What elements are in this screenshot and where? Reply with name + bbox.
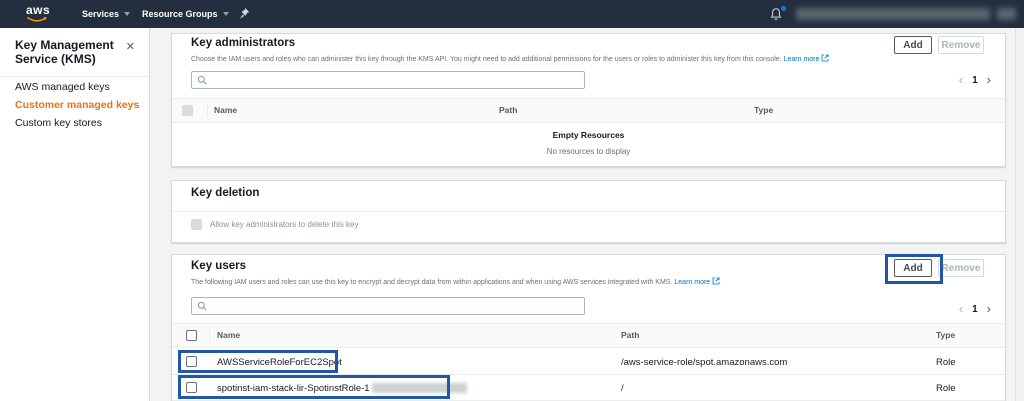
table-row[interactable]: spotinst-iam-stack-lir-SpotinstRole-1 / … — [172, 375, 1005, 401]
sidebar-item-customer-managed-keys[interactable]: Customer managed keys — [15, 99, 139, 111]
sidebar-item-aws-managed-keys[interactable]: AWS managed keys — [15, 81, 110, 93]
nav-services-label: Services — [82, 9, 119, 19]
column-divider — [207, 103, 208, 118]
key-administrators-title: Key administrators — [191, 37, 295, 49]
account-name-redacted — [796, 8, 990, 20]
page-number[interactable]: 1 — [972, 75, 978, 86]
column-name: Name — [214, 105, 237, 115]
table-row[interactable]: AWSServiceRoleForEC2Spot /aws-service-ro… — [172, 349, 1005, 375]
panel-divider — [172, 211, 1005, 212]
aws-logo[interactable]: aws — [26, 4, 50, 23]
role-suffix-redacted — [372, 383, 467, 393]
column-type: Type — [754, 105, 773, 115]
nav-resource-groups-label: Resource Groups — [142, 9, 218, 19]
key-administrators-description: Choose the IAM users and roles who can a… — [191, 54, 829, 64]
search-input[interactable] — [191, 297, 585, 315]
pagination: ‹ 1 › — [959, 72, 991, 88]
key-users-description: The following IAM users and roles can us… — [191, 277, 720, 287]
page-number[interactable]: 1 — [972, 304, 978, 315]
page-next-button[interactable]: › — [987, 73, 991, 87]
allow-deletion-checkbox — [191, 219, 202, 230]
close-icon[interactable]: ✕ — [126, 40, 135, 53]
sidebar-item-custom-key-stores[interactable]: Custom key stores — [15, 117, 102, 129]
cell-type: Role — [936, 357, 956, 368]
top-navbar: aws Services Resource Groups — [0, 0, 1024, 28]
column-name: Name — [217, 330, 240, 340]
key-deletion-panel: Key deletion Allow key administrators to… — [171, 180, 1006, 243]
cell-name: AWSServiceRoleForEC2Spot — [217, 357, 342, 368]
nav-services[interactable]: Services — [82, 0, 130, 28]
row-checkbox[interactable] — [186, 382, 197, 393]
chevron-down-icon — [223, 12, 229, 16]
empty-state: Empty Resources No resources to display — [172, 123, 1005, 156]
search-icon — [197, 301, 207, 311]
select-all-checkbox[interactable] — [186, 330, 197, 341]
pin-icon[interactable] — [239, 7, 250, 25]
aws-logo-text: aws — [26, 3, 50, 17]
key-users-panel: Key users The following IAM users and ro… — [171, 254, 1006, 401]
table-header: Name Path Type — [172, 98, 1005, 123]
add-button[interactable]: Add — [894, 259, 932, 277]
sidebar-title: Key Management Service (KMS) — [15, 38, 120, 66]
sidebar-divider — [0, 76, 149, 77]
key-administrators-panel: Key administrators Choose the IAM users … — [171, 33, 1006, 167]
learn-more-link[interactable]: Learn more — [674, 279, 720, 286]
kms-console-page: aws Services Resource Groups — [0, 0, 1024, 401]
region-redacted — [997, 8, 1016, 20]
cell-name: spotinst-iam-stack-lir-SpotinstRole-1 — [217, 383, 467, 394]
empty-state-message: No resources to display — [172, 147, 1005, 156]
column-divider — [209, 328, 210, 343]
nav-resource-groups[interactable]: Resource Groups — [142, 0, 229, 28]
page-prev-button[interactable]: ‹ — [959, 302, 963, 316]
cell-type: Role — [936, 383, 956, 394]
sidebar: Key Management Service (KMS) ✕ AWS manag… — [0, 28, 150, 401]
column-path: Path — [621, 330, 639, 340]
description-text: Choose the IAM users and roles who can a… — [191, 56, 782, 63]
scrollbar[interactable] — [1015, 28, 1024, 401]
key-deletion-title: Key deletion — [191, 187, 259, 199]
remove-button[interactable]: Remove — [938, 259, 984, 277]
cell-path: / — [621, 383, 624, 394]
page-prev-button[interactable]: ‹ — [959, 73, 963, 87]
select-all-checkbox — [182, 105, 193, 116]
pagination: ‹ 1 › — [959, 301, 991, 317]
notification-badge — [781, 6, 786, 11]
external-link-icon — [821, 54, 829, 64]
column-path: Path — [499, 105, 517, 115]
table-header: Name Path Type — [172, 323, 1005, 348]
search-icon — [197, 75, 207, 85]
search-input[interactable] — [191, 71, 585, 89]
external-link-icon — [712, 277, 720, 287]
chevron-down-icon — [124, 12, 130, 16]
add-button[interactable]: Add — [894, 36, 932, 54]
key-users-title: Key users — [191, 260, 246, 272]
column-type: Type — [936, 330, 955, 340]
cell-path: /aws-service-role/spot.amazonaws.com — [621, 357, 787, 368]
remove-button[interactable]: Remove — [938, 36, 984, 54]
bell-icon[interactable] — [770, 7, 782, 26]
row-checkbox[interactable] — [186, 356, 197, 367]
learn-more-link[interactable]: Learn more — [784, 56, 830, 63]
aws-smile-icon — [26, 16, 48, 23]
page-next-button[interactable]: › — [987, 302, 991, 316]
empty-state-title: Empty Resources — [172, 130, 1005, 140]
description-text: The following IAM users and roles can us… — [191, 279, 672, 286]
allow-deletion-label: Allow key administrators to delete this … — [210, 220, 359, 229]
